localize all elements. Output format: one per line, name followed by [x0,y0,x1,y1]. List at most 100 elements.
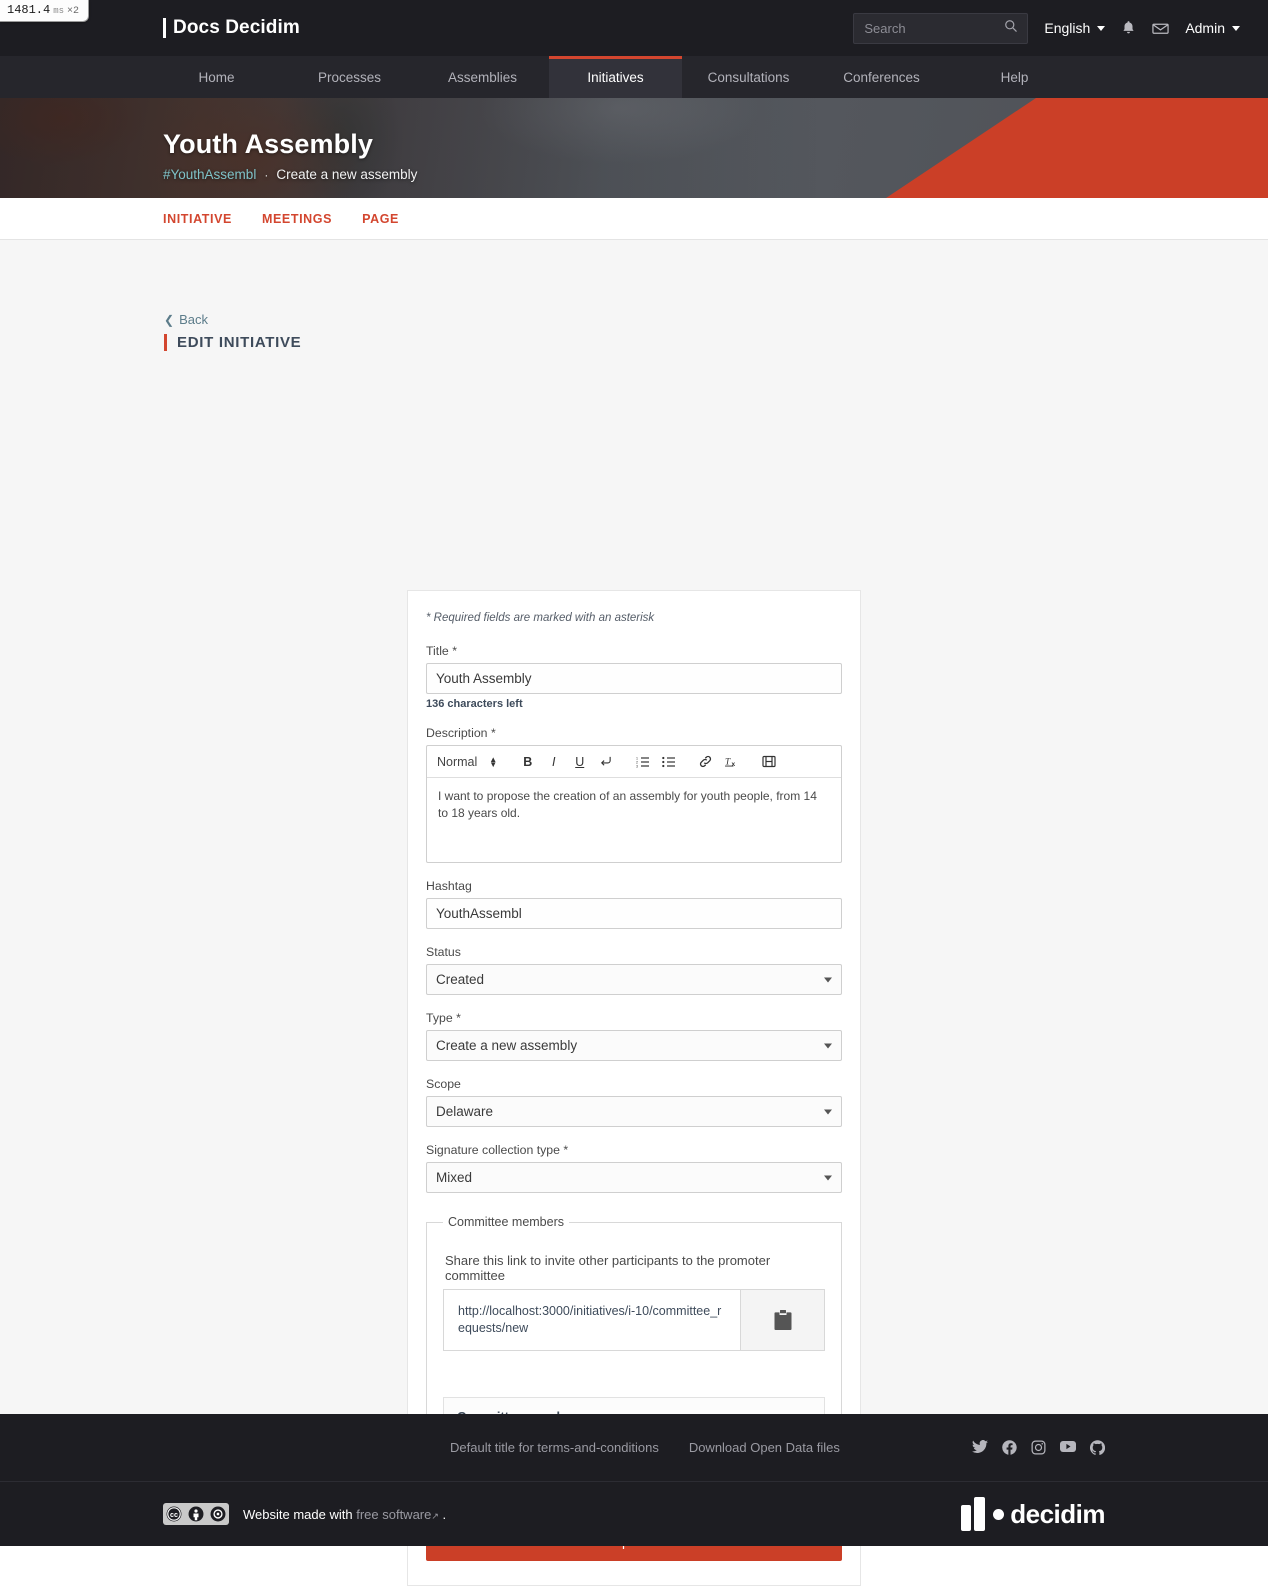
nav-item-conferences[interactable]: Conferences [815,56,948,98]
search-icon[interactable] [1004,19,1018,38]
clear-format-icon[interactable]: T x [724,754,739,770]
nav-item-initiatives[interactable]: Initiatives [549,56,682,98]
chevron-down-icon [824,1043,832,1048]
required-asterisk: * [456,1011,461,1025]
title-accent-bar [164,334,167,351]
made-with-text: Website made with free software↗ . [243,1507,446,1522]
editor-list-group: 1 2 3 [624,754,687,770]
updown-icon: ▲ ▼ [489,754,498,769]
scope-select[interactable]: Delaware [426,1096,842,1127]
decidim-logo: decidim [961,1497,1105,1531]
committee-legend: Committee members [448,1215,564,1229]
site-footer: Default title for terms-and-conditions D… [0,1414,1268,1546]
made-suffix: . [442,1506,447,1522]
hero-type: Create a new assembly [276,167,418,182]
facebook-icon[interactable] [1002,1440,1017,1455]
svg-text:3: 3 [636,764,638,768]
footer-links: Default title for terms-and-conditions D… [450,1440,840,1455]
bell-icon[interactable] [1121,20,1136,36]
subnav-item-meetings[interactable]: MEETINGS [262,212,332,226]
main-content: ❮ Back EDIT INITIATIVE * Required fields… [0,240,1268,1586]
type-select[interactable]: Create a new assembly [426,1030,842,1061]
field-scope: Scope Delaware [426,1077,842,1127]
link-icon[interactable] [698,754,713,770]
footer-link-open-data[interactable]: Download Open Data files [689,1440,840,1455]
nav-item-consultations[interactable]: Consultations [682,56,815,98]
hashtag-input[interactable] [426,898,842,929]
nav-item-processes[interactable]: Processes [283,56,416,98]
top-bar: Docs Decidim English Admi [0,0,1268,56]
cc-by-sa-badge[interactable]: cc [163,1503,229,1525]
type-value: Create a new assembly [426,1030,842,1061]
title-label-text: Title [426,644,449,658]
social-links [972,1440,1105,1455]
clipboard-icon[interactable] [740,1290,824,1350]
made-prefix: Website made with [243,1506,353,1522]
required-asterisk: * [452,644,457,658]
share-link-row: http://localhost:3000/initiatives/i-10/c… [443,1289,825,1351]
title-input[interactable] [426,663,842,694]
nav-item-home[interactable]: Home [150,56,283,98]
search-input[interactable] [862,19,1020,37]
required-asterisk: * [490,726,496,740]
title-char-counter: 136 characters left [426,698,523,710]
account-label: Admin [1185,20,1225,36]
field-description: Description * Normal ▲ ▼ B I U 1 2 3 T x… [426,726,842,863]
nav-item-help[interactable]: Help [948,56,1081,98]
scope-value: Delaware [426,1096,842,1127]
instagram-icon[interactable] [1031,1440,1046,1455]
description-editor-body[interactable]: I want to propose the creation of an ass… [427,778,841,862]
twitter-icon[interactable] [972,1440,988,1455]
back-link[interactable]: ❮ Back [164,312,301,327]
signature-select[interactable]: Mixed [426,1162,842,1193]
signature-label-text: Signature collection type [426,1143,560,1157]
language-selector[interactable]: English [1044,20,1106,36]
page-title-text: EDIT INITIATIVE [177,334,302,351]
hero-content: Youth Assembly #YouthAssembl · Create a … [163,129,417,182]
svg-text:x: x [731,761,735,768]
video-icon[interactable] [761,754,776,770]
field-signature-collection-type: Signature collection type * Mixed [426,1143,842,1193]
editor-format-select[interactable]: Normal ▲ ▼ [437,755,509,769]
subnav-item-page[interactable]: PAGE [362,212,399,226]
subnav-item-initiative[interactable]: INITIATIVE [163,212,232,226]
account-menu[interactable]: Admin [1185,20,1240,36]
youtube-icon[interactable] [1060,1440,1076,1455]
footer-top-row: Default title for terms-and-conditions D… [0,1414,1268,1482]
type-label: Type * [426,1011,842,1025]
hero-hashtag[interactable]: #YouthAssembl [163,167,256,182]
chevron-down-icon [1232,25,1240,31]
free-software-link[interactable]: free software [356,1507,431,1522]
nav-label: Home [198,69,235,85]
field-hashtag: Hashtag [426,879,842,929]
italic-icon[interactable]: I [546,754,561,770]
cc-icon: cc [163,1503,185,1525]
footer-link-terms[interactable]: Default title for terms-and-conditions [450,1440,659,1455]
mail-icon[interactable] [1152,22,1169,35]
ordered-list-icon[interactable]: 1 2 3 [635,754,650,770]
bullet-list-icon[interactable] [661,754,676,770]
status-select[interactable]: Created [426,964,842,995]
share-link-label: Share this link to invite other particip… [445,1253,771,1283]
hero-meta: #YouthAssembl · Create a new assembly [163,167,417,182]
brand-logo[interactable]: Docs Decidim [163,17,300,39]
github-icon[interactable] [1090,1440,1105,1455]
line-break-icon[interactable] [598,754,613,770]
brand-name: Docs Decidim [173,17,300,38]
underline-icon[interactable]: U [572,754,587,770]
search-box[interactable] [853,12,1029,44]
editor-style-group: B I U [509,754,624,770]
scope-label: Scope [426,1077,461,1091]
share-link-text[interactable]: http://localhost:3000/initiatives/i-10/c… [444,1290,740,1350]
back-label: Back [179,312,208,327]
breadcrumb: ❮ Back EDIT INITIATIVE [164,312,301,351]
page-title: EDIT INITIATIVE [164,334,301,351]
bold-icon[interactable]: B [520,754,535,770]
svg-text:cc: cc [170,1511,178,1519]
chevron-down-icon [824,977,832,982]
by-icon [185,1503,207,1525]
nav-item-assemblies[interactable]: Assemblies [416,56,549,98]
editor-format-label: Normal [437,754,478,769]
sa-icon [207,1503,229,1525]
nav-label: Assemblies [447,69,518,85]
